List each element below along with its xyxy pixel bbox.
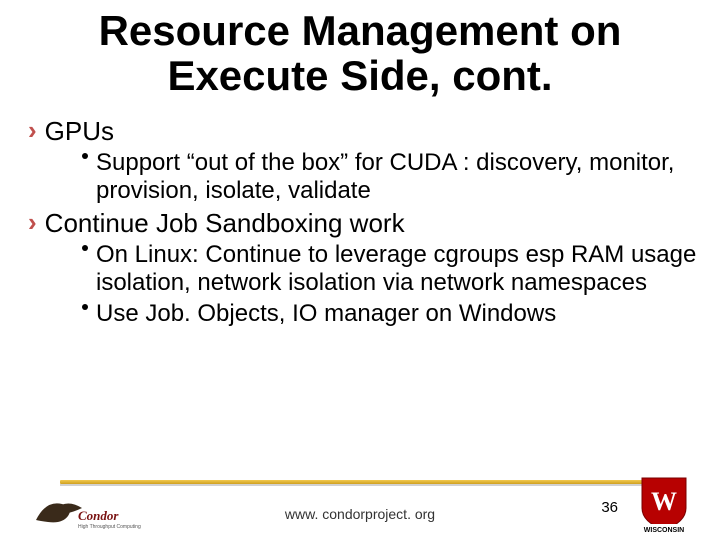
- wisconsin-logo: W WISCONSIN: [636, 474, 692, 534]
- bullet-label: Continue Job Sandboxing work: [45, 208, 405, 239]
- bullet-sandboxing: › Continue Job Sandboxing work: [28, 208, 702, 239]
- svg-text:High Throughput Computing: High Throughput Computing: [78, 524, 141, 530]
- chevron-icon: ›: [28, 116, 37, 145]
- dot-icon: [80, 151, 90, 161]
- slide: Resource Management on Execute Side, con…: [0, 0, 720, 540]
- sub-bullet-text: Support “out of the box” for CUDA : disc…: [96, 149, 702, 204]
- bullet-label: GPUs: [45, 116, 114, 147]
- dot-icon: [80, 243, 90, 253]
- sub-bullet: Use Job. Objects, IO manager on Windows: [80, 300, 702, 328]
- slide-body: › GPUs Support “out of the box” for CUDA…: [28, 112, 702, 332]
- sub-bullet: Support “out of the box” for CUDA : disc…: [80, 149, 702, 204]
- slide-number: 36: [601, 499, 618, 516]
- sub-bullet-text: On Linux: Continue to leverage cgroups e…: [96, 241, 702, 296]
- svg-text:WISCONSIN: WISCONSIN: [644, 527, 684, 534]
- bullet-gpus: › GPUs: [28, 116, 702, 147]
- dot-icon: [80, 302, 90, 312]
- chevron-icon: ›: [28, 208, 37, 237]
- slide-title: Resource Management on Execute Side, con…: [40, 8, 680, 99]
- footer-rule: [60, 480, 660, 486]
- sub-bullet-text: Use Job. Objects, IO manager on Windows: [96, 300, 556, 328]
- sub-bullet: On Linux: Continue to leverage cgroups e…: [80, 241, 702, 296]
